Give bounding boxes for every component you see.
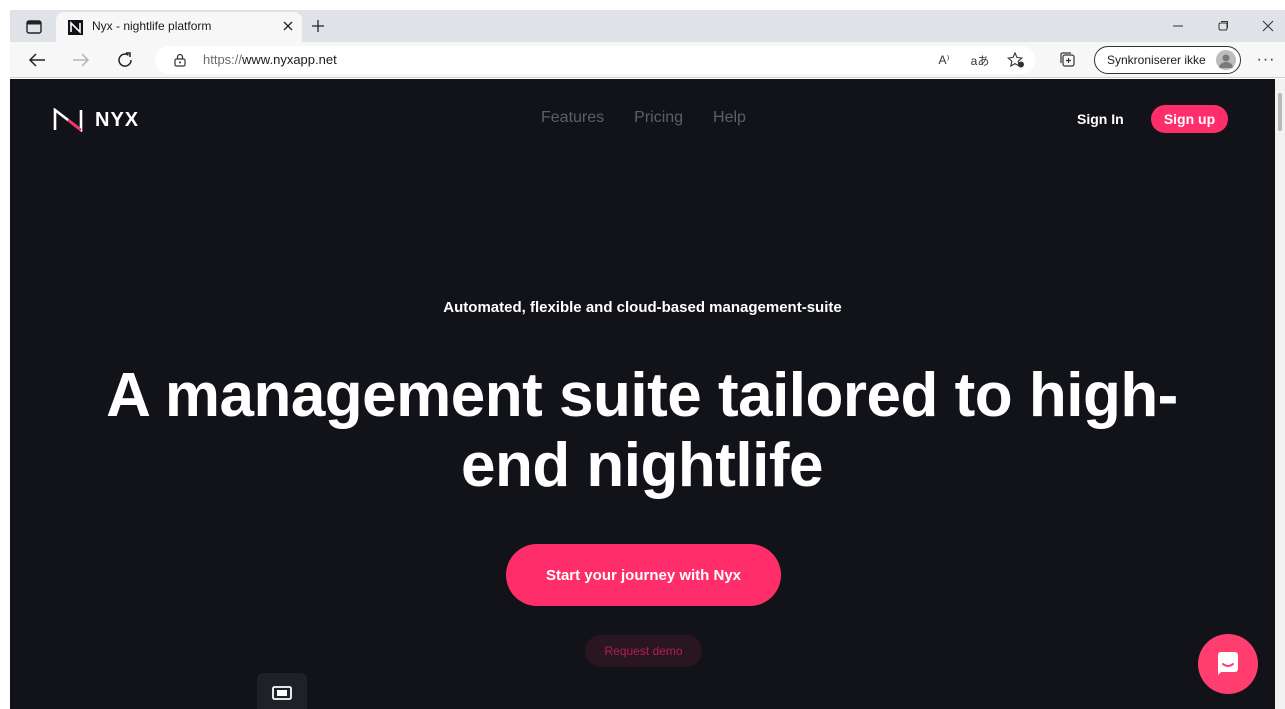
lock-icon[interactable]	[173, 53, 187, 67]
request-demo-button[interactable]: Request demo	[585, 635, 702, 667]
address-bar[interactable]: https://www.nyxapp.net A⁾ aあ	[155, 46, 1035, 74]
restore-icon[interactable]	[1206, 14, 1240, 38]
close-icon[interactable]	[278, 16, 298, 36]
profile-avatar-icon	[1216, 50, 1236, 70]
tab-strip: Nyx - nightlife platform	[10, 10, 1285, 42]
window-close-icon[interactable]	[1251, 14, 1285, 38]
scrollbar-thumb[interactable]	[1278, 93, 1282, 131]
sync-status-label: Synkroniserer ikke	[1107, 53, 1206, 67]
sign-up-button[interactable]: Sign up	[1151, 105, 1228, 133]
logo-text: NYX	[95, 108, 140, 131]
nav-pricing[interactable]: Pricing	[634, 109, 683, 127]
sign-in-link[interactable]: Sign In	[1077, 111, 1124, 127]
nyx-logo[interactable]: NYX	[53, 107, 139, 133]
plus-icon[interactable]	[306, 14, 330, 38]
read-aloud-icon[interactable]: A⁾	[933, 50, 955, 70]
nyx-favicon-icon	[68, 20, 83, 35]
collections-icon[interactable]	[1056, 48, 1080, 72]
chat-bubble-icon[interactable]	[1198, 634, 1258, 694]
browser-window: Nyx - nightlife platform https://www.nyx…	[0, 0, 1285, 709]
translate-icon[interactable]: aあ	[969, 50, 991, 70]
main-nav: Features Pricing Help	[541, 109, 746, 127]
sync-status-button[interactable]: Synkroniserer ikke	[1094, 46, 1241, 74]
tab-title: Nyx - nightlife platform	[92, 19, 212, 33]
hero-headline: A management suite tailored to high-end …	[106, 361, 1178, 500]
browser-toolbar: https://www.nyxapp.net A⁾ aあ Synkroniser…	[10, 42, 1285, 78]
forward-arrow-icon[interactable]	[68, 48, 94, 72]
favorite-star-icon[interactable]	[1005, 50, 1027, 70]
nav-help[interactable]: Help	[713, 109, 746, 127]
url-text[interactable]: https://www.nyxapp.net	[203, 52, 337, 67]
refresh-icon[interactable]	[112, 48, 138, 72]
start-journey-button[interactable]: Start your journey with Nyx	[506, 544, 781, 606]
tab-actions-icon[interactable]	[22, 16, 46, 38]
page-scrollbar[interactable]	[1275, 79, 1285, 709]
web-page: NYX Features Pricing Help Sign In Sign u…	[10, 79, 1275, 709]
back-arrow-icon[interactable]	[24, 48, 50, 72]
ticket-icon[interactable]	[257, 673, 307, 709]
active-tab[interactable]: Nyx - nightlife platform	[56, 12, 302, 42]
nyx-logo-icon	[53, 108, 83, 132]
hero-eyebrow: Automated, flexible and cloud-based mana…	[443, 299, 842, 316]
minimize-icon[interactable]	[1161, 14, 1195, 38]
nav-features[interactable]: Features	[541, 109, 604, 127]
more-menu-icon[interactable]: ···	[1254, 48, 1278, 72]
